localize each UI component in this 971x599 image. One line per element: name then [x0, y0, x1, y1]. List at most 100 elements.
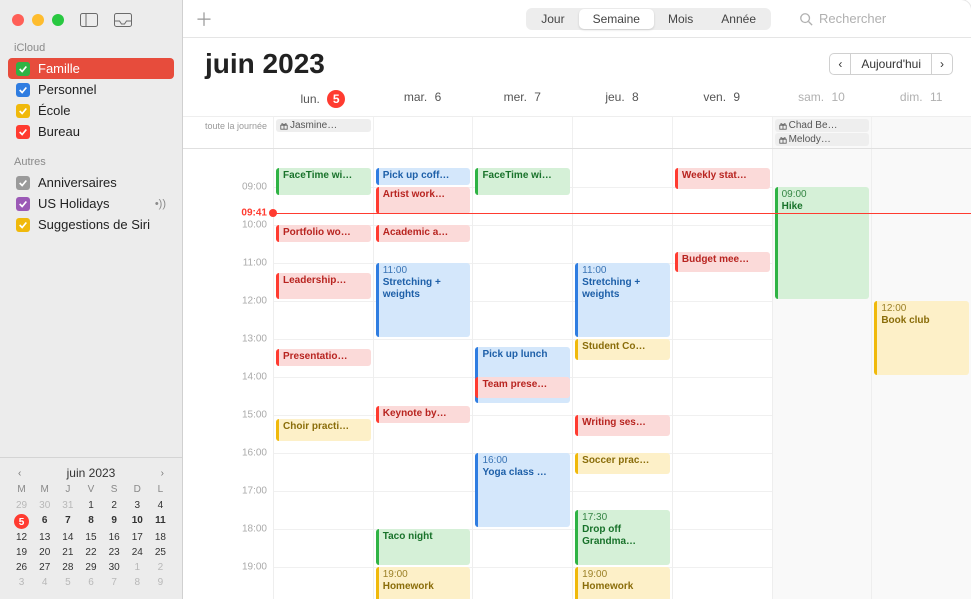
view-semaine[interactable]: Semaine [579, 9, 654, 29]
mini-day[interactable]: 31 [56, 499, 79, 512]
event[interactable]: 17:30Drop off Grandma… [575, 510, 670, 565]
event[interactable]: Choir practi… [276, 419, 371, 442]
calendar-item-us-holidays[interactable]: US Holidays•)) [8, 193, 174, 214]
event[interactable]: Weekly stat… [675, 168, 770, 189]
mini-day[interactable]: 27 [33, 561, 56, 574]
search-input[interactable]: Rechercher [799, 11, 959, 26]
view-jour[interactable]: Jour [527, 9, 578, 29]
mini-day[interactable]: 30 [103, 561, 126, 574]
mini-day[interactable]: 8 [126, 576, 149, 589]
mini-day[interactable]: 6 [33, 514, 56, 529]
mini-day[interactable]: 11 [149, 514, 172, 529]
mini-day[interactable]: 4 [149, 499, 172, 512]
allday-col[interactable] [373, 117, 473, 148]
event[interactable]: 11:00Stretching + weights [575, 263, 670, 337]
event[interactable]: Artist work… [376, 187, 471, 214]
mini-day[interactable]: 17 [126, 531, 149, 544]
minimize-icon[interactable] [32, 14, 44, 26]
event[interactable]: Pick up coff… [376, 168, 471, 185]
checkbox-icon[interactable] [16, 104, 30, 118]
day-header[interactable]: sam. 10 [772, 84, 872, 116]
allday-col[interactable]: Jasmine… [273, 117, 373, 148]
event[interactable]: Academic a… [376, 225, 471, 242]
checkbox-icon[interactable] [16, 176, 30, 190]
mini-day[interactable]: 1 [126, 561, 149, 574]
close-icon[interactable] [12, 14, 24, 26]
next-week-button[interactable]: › [932, 53, 953, 75]
mini-day[interactable]: 3 [10, 576, 33, 589]
mini-day[interactable]: 24 [126, 546, 149, 559]
add-event-button[interactable]: ＋ [195, 6, 213, 32]
event[interactable]: Soccer prac… [575, 453, 670, 474]
event[interactable]: Taco night [376, 529, 471, 565]
allday-event[interactable]: Melody… [775, 133, 870, 146]
mini-day[interactable]: 9 [103, 514, 126, 529]
event[interactable]: Student Co… [575, 339, 670, 360]
checkbox-icon[interactable] [16, 62, 30, 76]
mini-day[interactable]: 2 [149, 561, 172, 574]
mini-day[interactable]: 26 [10, 561, 33, 574]
allday-event[interactable]: Chad Be… [775, 119, 870, 132]
prev-week-button[interactable]: ‹ [829, 53, 850, 75]
day-column[interactable]: Pick up coff… Artist work… Academic a… 11:0… [373, 149, 473, 599]
mini-day[interactable]: 16 [103, 531, 126, 544]
view-année[interactable]: Année [707, 9, 770, 29]
mini-day[interactable]: 25 [149, 546, 172, 559]
zoom-icon[interactable] [52, 14, 64, 26]
mini-day[interactable]: 7 [56, 514, 79, 529]
day-column[interactable]: FaceTime wi…Portfolio wo…Leadership…Pres… [273, 149, 373, 599]
allday-col[interactable] [871, 117, 971, 148]
mini-day[interactable]: 9 [149, 576, 172, 589]
mini-day[interactable]: 18 [149, 531, 172, 544]
allday-col[interactable] [472, 117, 572, 148]
mini-day[interactable]: 7 [103, 576, 126, 589]
mini-day[interactable]: 13 [33, 531, 56, 544]
day-column[interactable]: 12:00Book club [871, 149, 971, 599]
allday-col[interactable] [672, 117, 772, 148]
allday-col[interactable] [572, 117, 672, 148]
calendar-item-bureau[interactable]: Bureau [8, 121, 174, 142]
today-button[interactable]: Aujourd'hui [850, 53, 932, 75]
day-column[interactable]: 09:00Hike [772, 149, 872, 599]
mini-day[interactable]: 8 [79, 514, 102, 529]
event[interactable]: 12:00Book club [874, 301, 969, 375]
mini-next-icon[interactable]: › [157, 468, 168, 479]
day-header[interactable]: lun. 5 [273, 84, 373, 116]
mini-day[interactable]: 19 [10, 546, 33, 559]
mini-day[interactable]: 23 [103, 546, 126, 559]
event[interactable]: 16:00Yoga class … [475, 453, 570, 527]
checkbox-icon[interactable] [16, 83, 30, 97]
day-column[interactable]: 11:00Stretching + weightsStudent Co…Writ… [572, 149, 672, 599]
view-mois[interactable]: Mois [654, 9, 707, 29]
calendar-item-suggestions-de-siri[interactable]: Suggestions de Siri [8, 214, 174, 235]
event[interactable]: Keynote by… [376, 406, 471, 423]
mini-day[interactable]: 4 [33, 576, 56, 589]
allday-col[interactable]: Chad Be…Melody… [772, 117, 872, 148]
mini-day[interactable]: 21 [56, 546, 79, 559]
mini-day[interactable]: 14 [56, 531, 79, 544]
event[interactable]: Leadership… [276, 273, 371, 300]
day-header[interactable]: ven. 9 [672, 84, 772, 116]
mini-day[interactable]: 22 [79, 546, 102, 559]
event[interactable]: Budget mee… [675, 252, 770, 273]
event[interactable]: 19:00Homework [575, 567, 670, 599]
calendar-item-personnel[interactable]: Personnel [8, 79, 174, 100]
mini-day[interactable]: 5 [56, 576, 79, 589]
allday-event[interactable]: Jasmine… [276, 119, 371, 132]
checkbox-icon[interactable] [16, 125, 30, 139]
day-header[interactable]: jeu. 8 [572, 84, 672, 116]
mini-day[interactable]: 12 [10, 531, 33, 544]
mini-day[interactable]: 1 [79, 499, 102, 512]
calendar-item-anniversaires[interactable]: Anniversaires [8, 172, 174, 193]
checkbox-icon[interactable] [16, 218, 30, 232]
mini-day[interactable]: 30 [33, 499, 56, 512]
mini-day[interactable]: 28 [56, 561, 79, 574]
mini-day[interactable]: 29 [79, 561, 102, 574]
calendar-item-école[interactable]: École [8, 100, 174, 121]
inbox-icon[interactable] [114, 12, 132, 28]
day-column[interactable]: Weekly stat… Budget mee… [672, 149, 772, 599]
mini-day[interactable]: 5 [14, 514, 29, 529]
event[interactable]: 11:00Stretching + weights [376, 263, 471, 337]
day-header[interactable]: mar. 6 [373, 84, 473, 116]
day-header[interactable]: dim. 11 [871, 84, 971, 116]
